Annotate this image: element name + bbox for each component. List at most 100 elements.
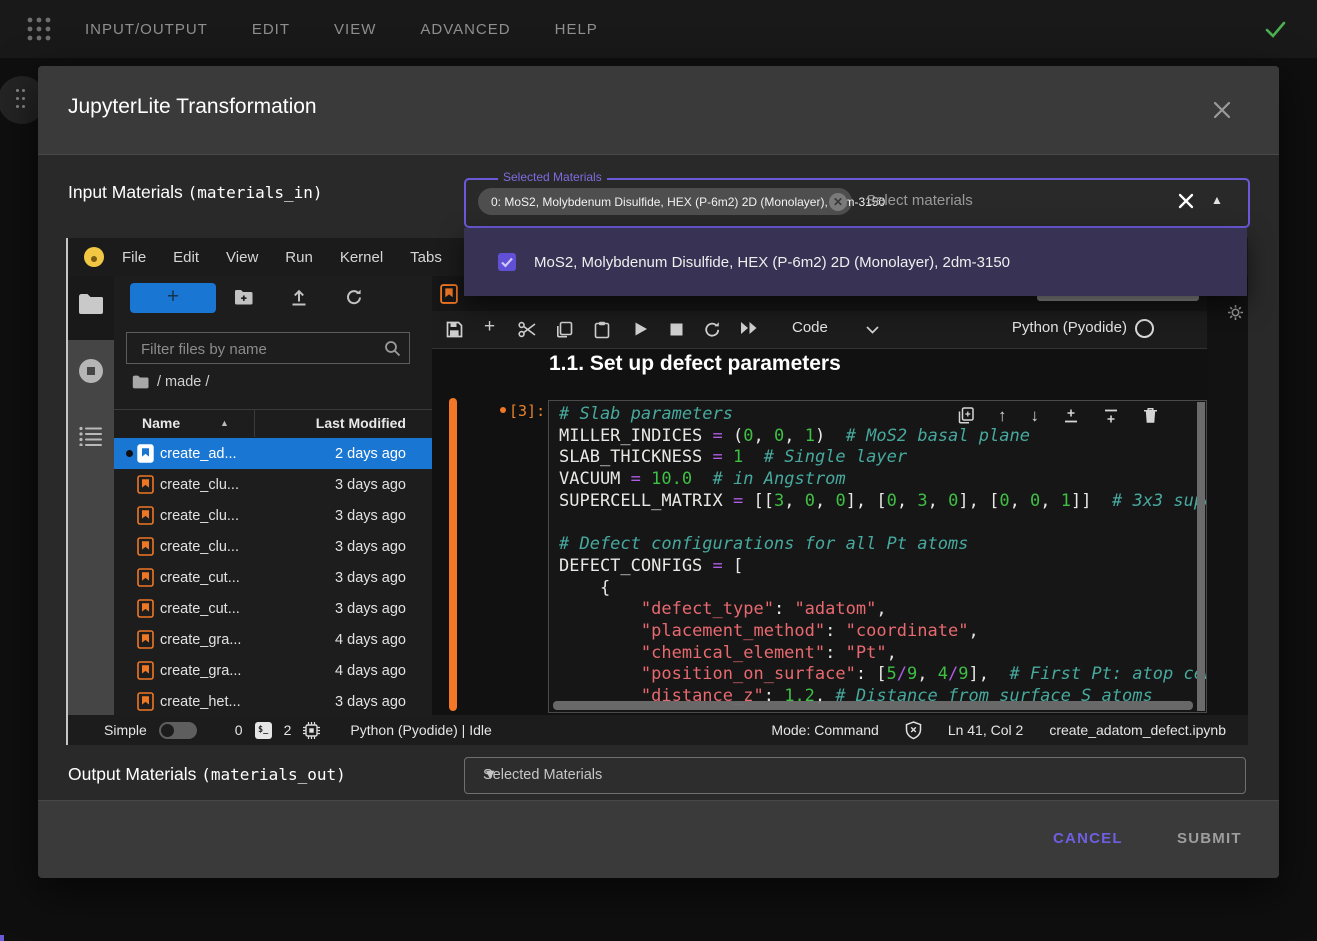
insert-cell-below-icon[interactable] bbox=[1103, 408, 1119, 424]
material-checkbox[interactable] bbox=[498, 253, 516, 271]
menu-view[interactable]: VIEW bbox=[334, 21, 376, 38]
code-area[interactable]: # Slab parametersMILLER_INDICES = (0, 0,… bbox=[559, 404, 1207, 708]
code-line[interactable]: "defect_type": "adatom", bbox=[559, 599, 1207, 621]
jupyter-menu-run[interactable]: Run bbox=[285, 249, 313, 266]
output-materials-select[interactable]: Selected Materials ▼ bbox=[464, 757, 1246, 794]
file-name[interactable]: create_gra... bbox=[160, 632, 241, 648]
duplicate-cell-icon[interactable] bbox=[958, 407, 974, 424]
file-row[interactable]: create_clu...3 days ago bbox=[114, 469, 432, 500]
column-name[interactable]: Name bbox=[142, 415, 180, 431]
new-folder-icon[interactable] bbox=[234, 288, 254, 306]
submit-button[interactable]: SUBMIT bbox=[1177, 830, 1242, 847]
file-row[interactable]: create_gra...4 days ago bbox=[114, 624, 432, 655]
file-row[interactable]: create_clu...3 days ago bbox=[114, 500, 432, 531]
editor-horizontal-scrollbar[interactable] bbox=[553, 701, 1193, 710]
restart-kernel-icon[interactable] bbox=[704, 321, 721, 338]
cut-cells-icon[interactable] bbox=[518, 321, 537, 338]
insert-cell-above-icon[interactable] bbox=[1063, 408, 1079, 424]
jupyter-menu-kernel[interactable]: Kernel bbox=[340, 249, 383, 266]
code-line[interactable]: "chemical_element": "Pt", bbox=[559, 643, 1207, 665]
notebook-tab-icon[interactable] bbox=[440, 284, 458, 304]
file-name[interactable]: create_het... bbox=[160, 694, 241, 710]
refresh-icon[interactable] bbox=[345, 288, 363, 306]
jupyter-menu-edit[interactable]: Edit bbox=[173, 249, 199, 266]
menu-advanced[interactable]: ADVANCED bbox=[420, 21, 510, 38]
jupyter-menu-view[interactable]: View bbox=[226, 249, 258, 266]
copy-cells-icon[interactable] bbox=[556, 321, 573, 338]
kernel-status-text[interactable]: Python (Pyodide) | Idle bbox=[350, 722, 491, 738]
new-launcher-button[interactable]: + bbox=[130, 283, 216, 313]
file-row[interactable]: create_ad...2 days ago bbox=[114, 438, 432, 469]
file-name[interactable]: create_gra... bbox=[160, 663, 241, 679]
editor-mode[interactable]: Mode: Command bbox=[771, 722, 878, 738]
column-last-modified[interactable]: Last Modified bbox=[316, 415, 406, 431]
jupyter-menu-file[interactable]: File bbox=[122, 249, 146, 266]
menu-edit[interactable]: EDIT bbox=[252, 21, 290, 38]
select-materials-placeholder[interactable]: Select materials bbox=[866, 192, 973, 209]
jupyter-menu-tabs[interactable]: Tabs bbox=[410, 249, 442, 266]
code-line[interactable]: "placement_method": "coordinate", bbox=[559, 621, 1207, 643]
insert-cell-icon[interactable]: + bbox=[484, 316, 495, 338]
code-line[interactable]: # Defect configurations for all Pt atoms bbox=[559, 534, 1207, 556]
running-kernels-tab-icon[interactable] bbox=[78, 358, 104, 384]
file-row[interactable]: create_cut...3 days ago bbox=[114, 562, 432, 593]
active-filename[interactable]: create_adatom_defect.ipynb bbox=[1049, 722, 1226, 738]
code-line[interactable]: "position_on_surface": [5/9, 4/9], # Fir… bbox=[559, 664, 1207, 686]
table-of-contents-tab-icon[interactable] bbox=[79, 426, 103, 446]
file-browser-tab-icon[interactable] bbox=[78, 293, 104, 315]
kernel-name[interactable]: Python (Pyodide) bbox=[1012, 319, 1127, 336]
simple-mode-toggle[interactable] bbox=[159, 722, 197, 739]
code-line[interactable]: SUPERCELL_MATRIX = [[3, 0, 0], [0, 3, 0]… bbox=[559, 491, 1207, 513]
material-chip[interactable]: 0: MoS2, Molybdenum Disulfide, HEX (P-6m… bbox=[478, 188, 852, 215]
sort-asc-icon[interactable]: ▲ bbox=[220, 418, 229, 428]
menu-input-output[interactable]: INPUT/OUTPUT bbox=[85, 21, 208, 38]
file-name[interactable]: create_ad... bbox=[160, 446, 237, 462]
code-line[interactable]: SLAB_THICKNESS = 1 # Single layer bbox=[559, 447, 1207, 469]
code-line[interactable]: VACUUM = 10.0 # in Angstrom bbox=[559, 469, 1207, 491]
editor-vertical-scrollbar[interactable] bbox=[1197, 402, 1205, 711]
run-cell-icon[interactable] bbox=[634, 321, 648, 337]
save-icon[interactable] bbox=[446, 321, 463, 338]
code-cell-editor[interactable]: # Slab parametersMILLER_INDICES = (0, 0,… bbox=[548, 400, 1207, 713]
cell-collapser[interactable] bbox=[449, 398, 457, 711]
paste-cells-icon[interactable] bbox=[594, 321, 610, 339]
stop-kernel-icon[interactable] bbox=[670, 323, 683, 336]
gear-icon[interactable] bbox=[1227, 304, 1244, 321]
breadcrumb[interactable]: / made / bbox=[132, 374, 209, 390]
clear-selection-icon[interactable] bbox=[1177, 192, 1195, 210]
upload-icon[interactable] bbox=[290, 288, 308, 306]
breadcrumb-path[interactable]: / made / bbox=[157, 374, 209, 390]
kernel-status-icon[interactable] bbox=[1135, 319, 1154, 338]
chevron-down-icon[interactable] bbox=[866, 326, 879, 334]
collapse-dropdown-icon[interactable]: ▲ bbox=[1211, 193, 1223, 207]
file-row[interactable]: create_clu...3 days ago bbox=[114, 531, 432, 562]
kernel-chip-icon[interactable] bbox=[303, 722, 320, 739]
file-row[interactable]: create_cut...3 days ago bbox=[114, 593, 432, 624]
file-name[interactable]: create_clu... bbox=[160, 477, 239, 493]
close-icon[interactable] bbox=[1211, 99, 1233, 121]
check-icon[interactable] bbox=[1262, 16, 1288, 42]
file-name[interactable]: create_clu... bbox=[160, 508, 239, 524]
file-row[interactable]: create_het...3 days ago bbox=[114, 686, 432, 717]
cursor-position[interactable]: Ln 41, Col 2 bbox=[948, 722, 1024, 738]
file-filter-input[interactable] bbox=[139, 336, 373, 362]
menu-help[interactable]: HELP bbox=[555, 21, 598, 38]
cell-type-select[interactable]: Code bbox=[792, 319, 828, 336]
delete-cell-icon[interactable] bbox=[1143, 407, 1158, 424]
code-line[interactable] bbox=[559, 513, 1207, 535]
terminals-count[interactable]: 0 bbox=[235, 722, 243, 738]
cancel-button[interactable]: CANCEL bbox=[1053, 830, 1123, 847]
code-line[interactable]: DEFECT_CONFIGS = [ bbox=[559, 556, 1207, 578]
file-name[interactable]: create_cut... bbox=[160, 601, 240, 617]
code-line[interactable]: MILLER_INDICES = (0, 0, 1) # MoS2 basal … bbox=[559, 426, 1207, 448]
code-line[interactable]: { bbox=[559, 578, 1207, 600]
terminal-icon[interactable]: $_ bbox=[255, 722, 272, 739]
move-cell-up-icon[interactable]: ↑ bbox=[998, 407, 1007, 424]
search-icon[interactable] bbox=[384, 340, 401, 357]
file-name[interactable]: create_cut... bbox=[160, 570, 240, 586]
kernels-count[interactable]: 2 bbox=[284, 722, 292, 738]
app-logo-icon[interactable] bbox=[26, 16, 52, 42]
file-row[interactable]: create_gra...4 days ago bbox=[114, 655, 432, 686]
trust-shield-icon[interactable] bbox=[905, 721, 922, 740]
file-name[interactable]: create_clu... bbox=[160, 539, 239, 555]
